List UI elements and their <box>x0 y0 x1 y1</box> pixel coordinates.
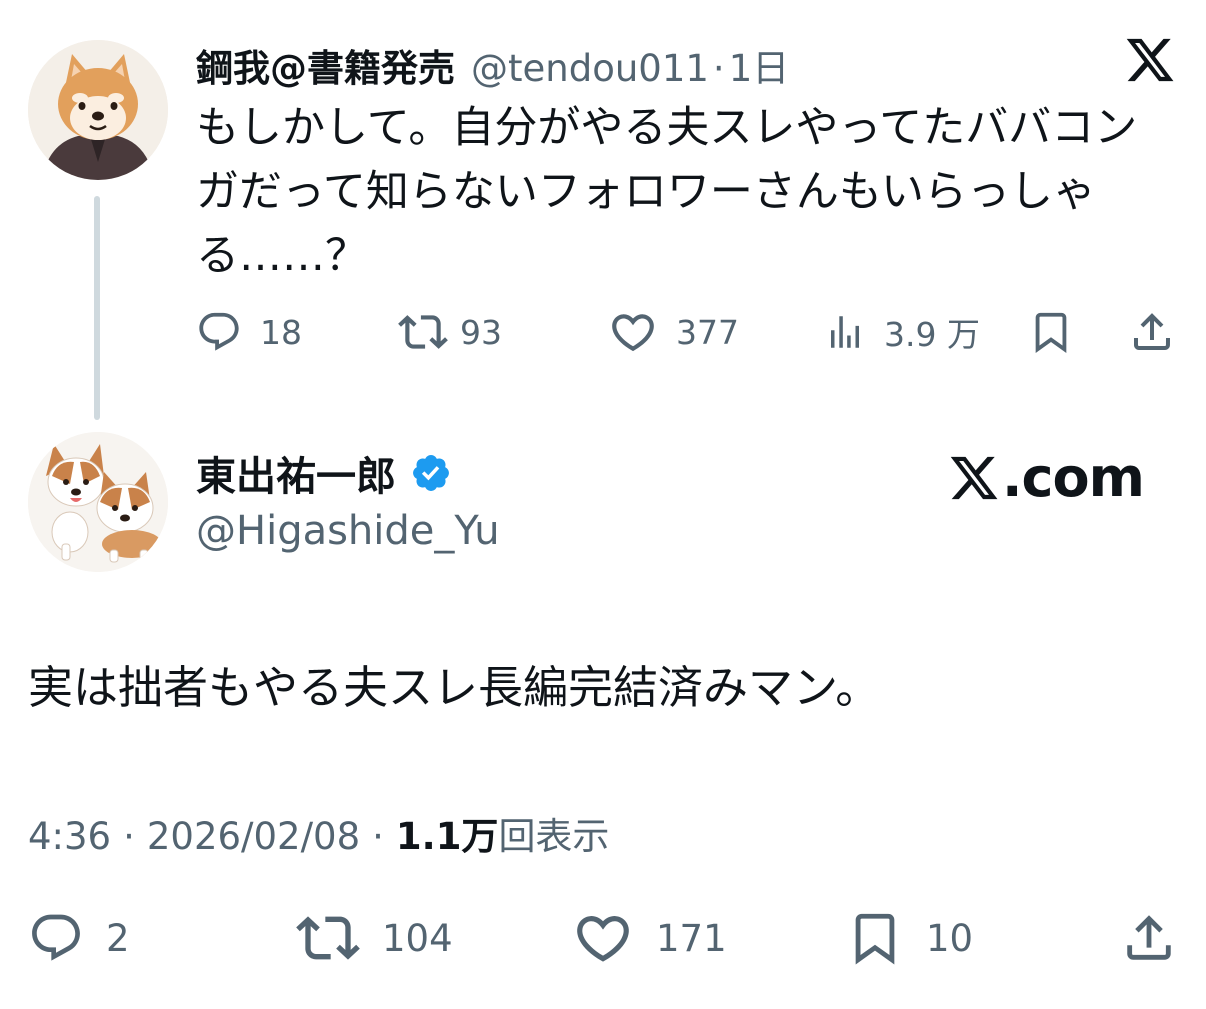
parent-display-name[interactable]: 鋼我@書籍発売 <box>196 38 455 92</box>
separator-dot: · <box>123 815 135 858</box>
repost-icon <box>398 315 448 349</box>
main-display-name[interactable]: 東出祐一郎 <box>196 444 396 502</box>
x-com-watermark: .com <box>948 446 1145 509</box>
main-tweet-name-row: 東出祐一郎 <box>196 444 452 502</box>
main-handle[interactable]: @Higashide_Yu <box>196 508 500 554</box>
repost-icon <box>296 916 360 960</box>
tweet-screenshot: 鋼我@書籍発売 @tendou011 · 1日 もしかして。自分がやる夫スレやっ… <box>0 0 1206 1009</box>
share-icon <box>1134 313 1170 350</box>
parent-like-count: 377 <box>676 312 739 352</box>
shiba-dog-icon <box>28 40 168 180</box>
x-logo-icon <box>1124 34 1176 86</box>
like-button[interactable]: 171 <box>572 906 727 970</box>
share-button[interactable] <box>1120 906 1178 970</box>
share-icon <box>1127 915 1171 960</box>
tweet-time[interactable]: 4:36 <box>28 815 111 858</box>
reply-icon <box>199 312 239 351</box>
parent-reply-count: 18 <box>260 312 302 352</box>
parent-reply-button[interactable]: 18 <box>196 304 302 360</box>
x-com-text: .com <box>1002 446 1145 509</box>
parent-views-count: 3.9 万 <box>884 315 980 354</box>
parent-action-bar: 18 93 377 3.9 万 <box>196 304 1176 360</box>
views-label: 回表示 <box>498 815 610 858</box>
corgi-dogs-icon <box>28 432 168 572</box>
tweet-meta-line: 4:36 · 2026/02/08 · 1.1万 回表示 <box>28 806 609 860</box>
tweet-date[interactable]: 2026/02/08 <box>147 815 360 858</box>
main-action-bar: 2 104 171 10 <box>28 906 1178 970</box>
thread-connector-line <box>94 196 100 420</box>
bookmark-icon <box>1035 312 1067 353</box>
reply-count: 2 <box>106 916 130 960</box>
parent-like-button[interactable]: 377 <box>608 304 739 360</box>
reply-button[interactable]: 2 <box>28 906 130 970</box>
separator-dot: · <box>372 815 384 858</box>
bookmark-icon <box>855 913 895 965</box>
parent-views-button[interactable]: 3.9 万 <box>824 304 980 360</box>
parent-tweet-text: もしかして。自分がやる夫スレやってたババコンガだって知らないフォロワーさんもいら… <box>196 103 1138 281</box>
parent-timestamp[interactable]: 1日 <box>729 38 790 92</box>
parent-bookmark-button[interactable] <box>1028 304 1074 360</box>
bookmark-count: 10 <box>926 916 974 960</box>
parent-repost-button[interactable]: 93 <box>398 304 502 360</box>
bookmark-button[interactable]: 10 <box>846 906 973 970</box>
verified-badge-icon[interactable] <box>410 452 452 494</box>
parent-share-button[interactable] <box>1128 304 1176 360</box>
main-avatar[interactable] <box>28 432 168 572</box>
repost-button[interactable]: 104 <box>296 906 453 970</box>
separator-dot: · <box>712 47 725 90</box>
reply-icon <box>32 914 80 961</box>
heart-icon <box>612 314 654 352</box>
parent-repost-count: 93 <box>460 312 502 352</box>
heart-icon <box>577 916 629 962</box>
like-count: 171 <box>656 916 727 960</box>
parent-handle[interactable]: @tendou011 <box>471 47 709 90</box>
parent-tweet-header: 鋼我@書籍発売 @tendou011 · 1日 <box>196 38 789 90</box>
views-count: 1.1万 <box>395 815 499 858</box>
main-tweet-text: 実は拙者もやる夫スレ長編完結済みマン。 <box>28 661 881 714</box>
parent-avatar[interactable] <box>28 40 168 180</box>
analytics-icon <box>831 316 859 348</box>
repost-count: 104 <box>382 916 453 960</box>
x-logo-icon <box>950 456 998 499</box>
